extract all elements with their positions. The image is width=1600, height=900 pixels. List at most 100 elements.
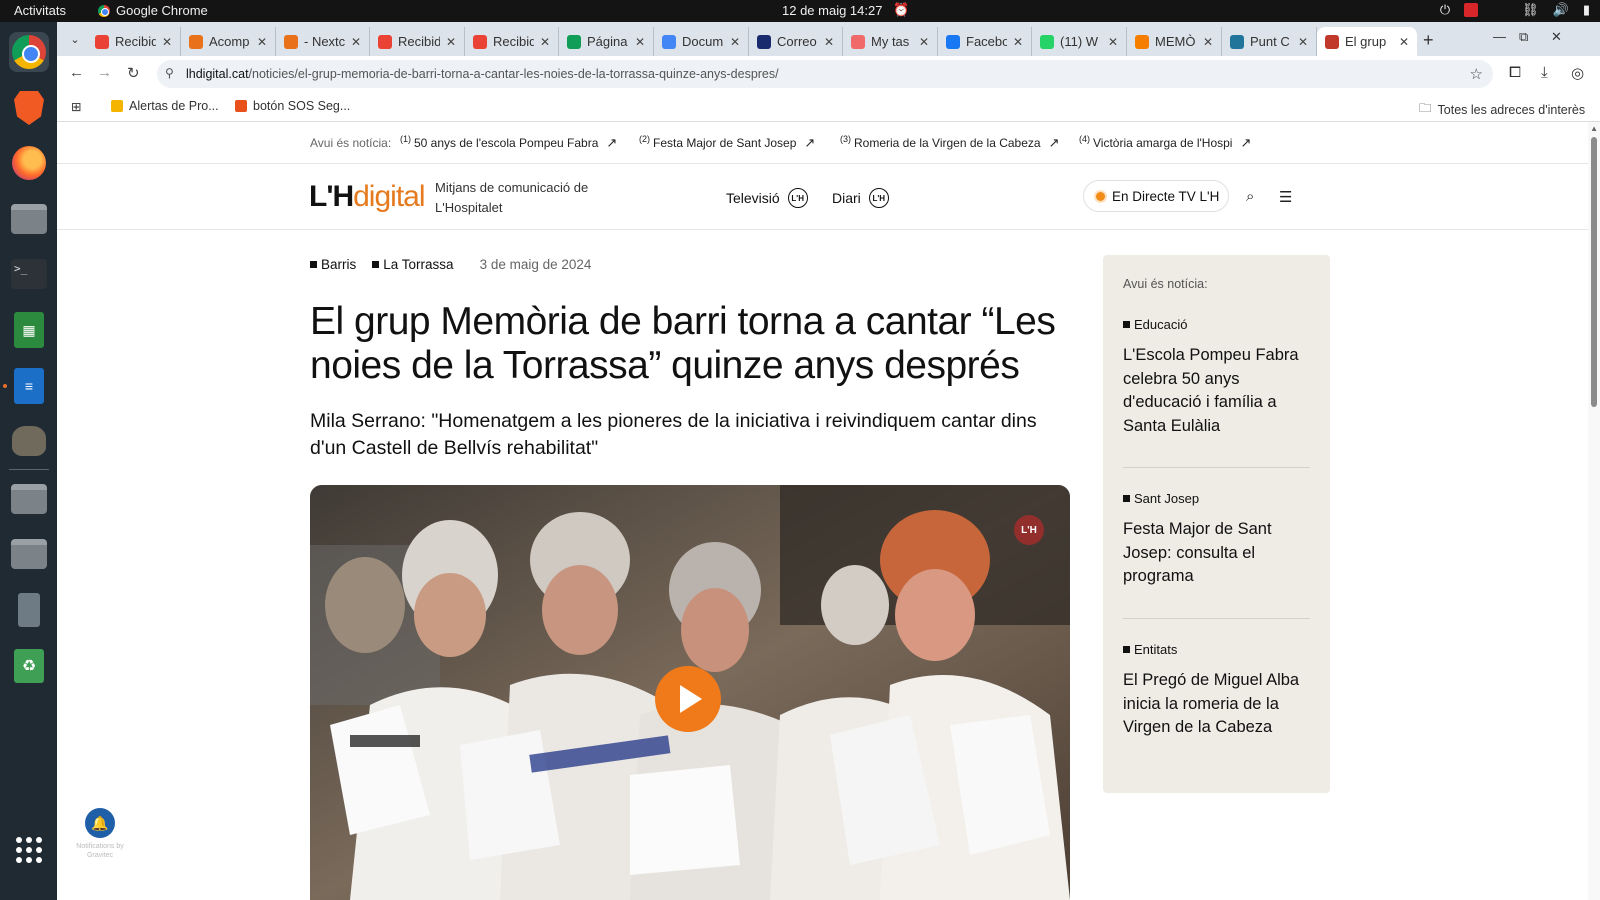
volume-icon: 🔊 xyxy=(1552,2,1569,17)
browser-tab[interactable]: (11) W ✕ xyxy=(1032,27,1127,56)
gmail-icon xyxy=(95,34,109,49)
browser-tab[interactable]: Acomp ✕ xyxy=(181,27,276,56)
browser-tab[interactable]: Recibid ✕ xyxy=(465,27,559,56)
ticker-num: (1) xyxy=(400,134,411,144)
menu-icon[interactable]: ⋮ xyxy=(1595,64,1600,82)
category-tag[interactable]: La Torrassa xyxy=(372,257,453,272)
video-player[interactable]: L'H xyxy=(310,485,1070,900)
dock-trash[interactable]: ♻ xyxy=(9,646,49,686)
app-menu[interactable]: Google Chrome xyxy=(98,3,208,18)
notification-widget[interactable]: 🔔 Notifications by Gravitec xyxy=(73,808,127,860)
dock-chrome[interactable] xyxy=(9,32,49,72)
live-tv-button[interactable]: En Directe TV L'H xyxy=(1083,180,1230,212)
reload-button[interactable]: ↻ xyxy=(127,64,140,82)
tab-close-icon[interactable]: ✕ xyxy=(919,35,929,49)
bookmark-label: botón SOS Seg... xyxy=(253,99,351,113)
tab-title: Recibid xyxy=(115,34,156,49)
search-icon[interactable]: ⌕ xyxy=(1246,188,1254,205)
dock-folder-1[interactable] xyxy=(9,479,49,519)
nav-diari[interactable]: Diari L'H xyxy=(832,188,889,208)
extensions-icon[interactable]: ⧠ xyxy=(1509,64,1521,81)
tab-title: Recibid xyxy=(398,34,440,49)
browser-tab[interactable]: My tas ✕ xyxy=(843,27,938,56)
tab-close-icon[interactable]: ✕ xyxy=(162,35,172,49)
activities-button[interactable]: Activitats xyxy=(14,3,66,18)
sidebar-item[interactable]: Sant Josep Festa Major de Sant Josep: co… xyxy=(1123,491,1310,589)
bookmark-alertas[interactable]: Alertas de Pro... xyxy=(111,99,219,113)
dock-writer[interactable]: ≡ xyxy=(9,366,49,406)
close-window-button[interactable]: ✕ xyxy=(1551,29,1562,45)
browser-tab[interactable]: Punt C ✕ xyxy=(1222,27,1317,56)
download-icon[interactable]: ⤓ xyxy=(1541,64,1548,81)
tab-close-icon[interactable]: ✕ xyxy=(1298,35,1308,49)
site-logo[interactable]: L'Hdigital xyxy=(309,180,426,214)
forward-button[interactable]: → xyxy=(97,64,112,81)
tab-strip: ⌄ Recibid ✕ Acomp ✕ - Nextc ✕ Recibid ✕ Recibid ✕… xyxy=(57,22,1600,56)
tab-close-icon[interactable]: ✕ xyxy=(1013,35,1023,49)
minimize-button[interactable]: — xyxy=(1493,29,1506,44)
bookmark-sos[interactable]: botón SOS Seg... xyxy=(235,99,350,113)
news-ticker: Avui és notícia: (1) 50 anys de l'escola … xyxy=(57,122,1588,164)
tab-close-icon[interactable]: ✕ xyxy=(1108,35,1118,49)
all-bookmarks[interactable]: 🗀 Totes les adreces d'interès xyxy=(1419,99,1585,120)
nav-televisio[interactable]: Televisió L'H xyxy=(726,188,808,208)
system-tray[interactable]: ⏻ ⛓ 🔊 ▮ xyxy=(1440,2,1590,18)
address-bar[interactable]: ⚲ lhdigital.cat/noticies/el-grup-memoria… xyxy=(157,60,1493,88)
bookmark-favicon xyxy=(111,100,123,112)
tab-close-icon[interactable]: ✕ xyxy=(446,35,456,49)
clock[interactable]: 12 de maig 14:27 xyxy=(782,3,882,18)
browser-tab[interactable]: El grup ✕ xyxy=(1317,27,1417,56)
dock-brave[interactable] xyxy=(9,88,49,128)
browser-tab[interactable]: Recibid ✕ xyxy=(87,27,181,56)
play-button[interactable] xyxy=(655,666,721,732)
ticker-item[interactable]: (4) Victòria amarga de l'Hospi ↗ xyxy=(1079,134,1251,151)
sidebar-title[interactable]: El Pregó de Miguel Alba inicia la romeri… xyxy=(1123,669,1310,740)
browser-tab[interactable]: MEMÒ ✕ xyxy=(1127,27,1222,56)
bookmark-star-icon[interactable]: ☆ xyxy=(1470,65,1483,83)
browser-tab[interactable]: Página ✕ xyxy=(559,27,654,56)
sidebar-title[interactable]: L'Escola Pompeu Fabra celebra 50 anys d'… xyxy=(1123,344,1310,438)
browser-tab[interactable]: Correo ✕ xyxy=(749,27,843,56)
scroll-up-icon[interactable]: ▲ xyxy=(1590,124,1598,133)
back-button[interactable]: ← xyxy=(69,64,84,81)
browser-tab[interactable]: Recibid ✕ xyxy=(370,27,465,56)
tab-search-button[interactable]: ⌄ xyxy=(65,29,85,49)
tab-close-icon[interactable]: ✕ xyxy=(1399,35,1409,49)
maximize-button[interactable]: ⧉ xyxy=(1519,29,1528,45)
dock-terminal[interactable]: >_ xyxy=(9,254,49,294)
terminal-icon: >_ xyxy=(11,259,47,289)
tab-close-icon[interactable]: ✕ xyxy=(257,35,267,49)
dock-usb[interactable] xyxy=(9,590,49,630)
tab-close-icon[interactable]: ✕ xyxy=(824,35,834,49)
apps-grid-icon[interactable]: ⊞ xyxy=(71,99,81,114)
orange-icon xyxy=(189,34,203,49)
dock-files[interactable] xyxy=(9,199,49,239)
sidebar-item[interactable]: Entitats El Pregó de Miguel Alba inicia … xyxy=(1123,642,1310,740)
ticker-item[interactable]: (3) Romeria de la Virgen de la Cabeza ↗ xyxy=(840,134,1059,151)
browser-tab[interactable]: Facebo ✕ xyxy=(938,27,1032,56)
dock-firefox[interactable] xyxy=(9,143,49,183)
sidebar-title[interactable]: Festa Major de Sant Josep: consulta el p… xyxy=(1123,518,1310,589)
tab-close-icon[interactable]: ✕ xyxy=(351,35,361,49)
ticker-item[interactable]: (2) Festa Major de Sant Josep ↗ xyxy=(639,134,815,151)
show-apps-button[interactable] xyxy=(9,830,49,870)
sidebar-item[interactable]: Educació L'Escola Pompeu Fabra celebra 5… xyxy=(1123,317,1310,438)
profile-icon[interactable]: ◎ xyxy=(1571,64,1584,82)
tab-close-icon[interactable]: ✕ xyxy=(540,35,550,49)
hamburger-menu-icon[interactable]: ☰ xyxy=(1279,188,1292,206)
category-tag[interactable]: Barris xyxy=(310,257,356,272)
dock-folder-2[interactable] xyxy=(9,534,49,574)
tab-close-icon[interactable]: ✕ xyxy=(1203,35,1213,49)
dock-gimp[interactable] xyxy=(9,421,49,461)
dock-calc[interactable]: ▦ xyxy=(9,310,49,350)
new-tab-button[interactable]: + xyxy=(1423,30,1434,51)
tab-close-icon[interactable]: ✕ xyxy=(635,35,645,49)
ticker-item[interactable]: (1) 50 anys de l'escola Pompeu Fabra ↗ xyxy=(400,134,617,151)
browser-tab[interactable]: Docum ✕ xyxy=(654,27,749,56)
alarm-icon: ⏰ xyxy=(893,2,910,17)
site-info-icon[interactable]: ⚲ xyxy=(165,66,174,80)
scroll-thumb[interactable] xyxy=(1591,137,1597,407)
scrollbar[interactable]: ▲ xyxy=(1588,122,1600,900)
tab-close-icon[interactable]: ✕ xyxy=(730,35,740,49)
browser-tab[interactable]: - Nextc ✕ xyxy=(276,27,370,56)
